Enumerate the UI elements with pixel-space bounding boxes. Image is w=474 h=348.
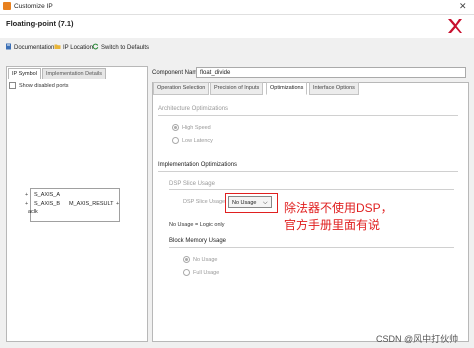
tab-ip-symbol[interactable]: IP Symbol xyxy=(8,68,41,79)
close-icon[interactable]: ✕ xyxy=(459,1,467,12)
switch-defaults-label: Switch to Defaults xyxy=(101,45,150,52)
tab-optimizations[interactable]: Optimizations xyxy=(266,82,308,95)
divider xyxy=(158,115,458,116)
xilinx-logo-icon xyxy=(448,19,462,33)
show-disabled-label: Show disabled ports xyxy=(19,82,69,89)
high-speed-label: High Speed xyxy=(182,124,211,131)
tab-implementation-details[interactable]: Implementation Details xyxy=(42,68,106,79)
window-title: Customize IP xyxy=(14,3,53,10)
component-name-label: Component Name xyxy=(152,70,201,76)
documentation-label: Documentation xyxy=(14,45,55,52)
bram-full-usage-label: Full Usage xyxy=(193,269,220,276)
expand-plus-icon[interactable]: + xyxy=(25,192,28,198)
low-latency-label: Low Latency xyxy=(182,137,213,144)
expand-plus-icon[interactable]: + xyxy=(25,201,28,207)
ip-location-button[interactable]: IP Location xyxy=(54,43,93,52)
book-icon xyxy=(5,43,12,52)
bram-full-usage-radio[interactable]: Full Usage xyxy=(183,269,219,276)
expand-plus-icon[interactable]: + xyxy=(116,201,119,207)
documentation-button[interactable]: Documentation xyxy=(5,43,54,52)
radio-icon[interactable] xyxy=(183,269,190,276)
tab-operation-selection[interactable]: Operation Selection xyxy=(153,82,210,95)
chevron-down-icon: ⌵ xyxy=(263,200,268,206)
ip-symbol-block: + S_AXIS_A + S_AXIS_B aclk M_AXIS_RESULT… xyxy=(25,188,120,222)
port-aclk: aclk xyxy=(28,209,38,215)
refresh-icon xyxy=(92,43,99,52)
dsp-slice-usage-select[interactable]: No Usage ⌵ xyxy=(228,196,272,208)
title-bar xyxy=(0,0,474,15)
bram-no-usage-label: No Usage xyxy=(193,256,218,263)
port-s-axis-a: S_AXIS_A xyxy=(34,192,60,198)
block-memory-usage-title: Block Memory Usage xyxy=(169,238,227,244)
low-latency-radio[interactable]: Low Latency xyxy=(172,137,213,144)
tab-interface-options[interactable]: Interface Options xyxy=(309,82,359,95)
port-m-axis-result: M_AXIS_RESULT xyxy=(69,201,114,207)
radio-selected-icon[interactable] xyxy=(172,124,179,131)
tab-precision-of-inputs[interactable]: Precision of Inputs xyxy=(210,82,264,95)
port-s-axis-b: S_AXIS_B xyxy=(34,201,60,207)
architecture-optimizations-title: Architecture Optimizations xyxy=(158,106,229,112)
divider xyxy=(158,171,458,172)
dsp-slice-usage-label: DSP Slice Usage xyxy=(183,199,226,205)
logic-only-note: No Usage = Logic only xyxy=(169,222,225,228)
high-speed-radio[interactable]: High Speed xyxy=(172,124,211,131)
divider xyxy=(169,247,454,248)
watermark: CSDN @风中打伙帅 xyxy=(376,334,459,344)
dsp-slice-usage-title: DSP Slice Usage xyxy=(169,181,215,187)
divider xyxy=(169,189,454,190)
component-name-input[interactable]: float_divide xyxy=(196,67,466,78)
annotation-text: 除法器不使用DSP，官方手册里面有说 xyxy=(284,201,393,232)
dsp-select-value: No Usage xyxy=(232,200,257,206)
ip-title: Floating-point (7.1) xyxy=(6,19,74,28)
folder-icon xyxy=(54,43,61,52)
switch-defaults-button[interactable]: Switch to Defaults xyxy=(92,43,149,52)
app-icon xyxy=(3,2,11,10)
radio-selected-icon[interactable] xyxy=(183,256,190,263)
ip-location-label: IP Location xyxy=(63,45,93,52)
bram-no-usage-radio[interactable]: No Usage xyxy=(183,256,217,263)
radio-icon[interactable] xyxy=(172,137,179,144)
checkbox-box[interactable] xyxy=(9,82,16,89)
show-disabled-ports-checkbox[interactable]: Show disabled ports xyxy=(9,82,69,89)
implementation-optimizations-title: Implementation Optimizations xyxy=(158,162,238,168)
